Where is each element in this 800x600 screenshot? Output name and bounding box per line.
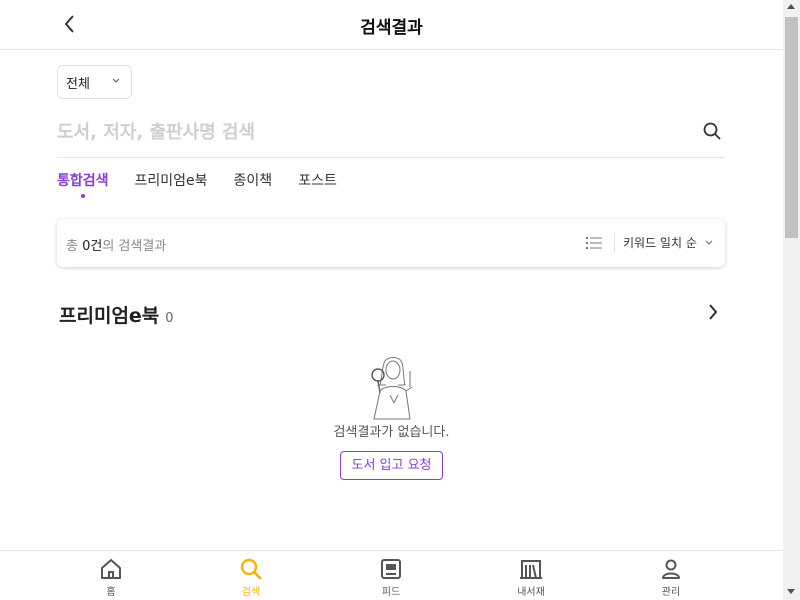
section-more-button[interactable] — [702, 300, 724, 324]
nav-label: 내서재 — [517, 587, 545, 598]
library-icon — [520, 560, 542, 579]
search-icon — [703, 122, 721, 140]
list-view-button[interactable] — [585, 235, 603, 251]
active-tab-indicator — [80, 194, 85, 198]
category-select[interactable]: 전체 — [57, 65, 132, 99]
top-header: 검색결과 — [0, 0, 783, 50]
book-request-button[interactable]: 도서 입고 요청 — [340, 451, 443, 480]
divider — [614, 233, 615, 253]
nav-feed[interactable]: 피드 — [361, 557, 421, 598]
section-count: 0 — [165, 311, 174, 326]
home-icon — [101, 559, 121, 579]
tab-label: 포스트 — [298, 173, 337, 189]
tab-label: 통합검색 — [57, 173, 109, 189]
sort-label: 키워드 일치 순 — [623, 236, 697, 250]
chevron-down-icon — [705, 240, 713, 245]
search-icon — [240, 558, 262, 580]
empty-search-illustration — [371, 356, 413, 420]
search-button[interactable] — [699, 118, 725, 144]
scroll-up-arrow-icon[interactable] — [787, 4, 795, 9]
page-title: 검색결과 — [360, 18, 423, 38]
chevron-right-icon — [709, 304, 718, 320]
nav-label: 홈 — [106, 587, 116, 598]
section-title-label: 프리미엄e북 — [59, 305, 160, 327]
search-tabs: 통합검색 프리미엄e북 종이책 포스트 — [57, 170, 337, 202]
nav-label: 피드 — [381, 587, 401, 598]
result-summary-bar: 총 0건의 검색결과 키워드 일치 순 — [57, 219, 725, 267]
empty-message: 검색결과가 없습니다. — [333, 425, 450, 440]
list-icon — [586, 237, 602, 249]
app-viewport: 검색결과 전체 통합검색 프리미엄e북 종이책 포스트 — [0, 0, 783, 600]
tab-integrated[interactable]: 통합검색 — [57, 170, 109, 202]
vertical-scrollbar[interactable] — [783, 0, 800, 600]
tab-post[interactable]: 포스트 — [298, 170, 337, 202]
section-title: 프리미엄e북 0 — [59, 301, 174, 328]
scroll-down-arrow-icon[interactable] — [787, 589, 795, 594]
nav-label: 관리 — [661, 587, 681, 598]
search-input[interactable] — [57, 114, 677, 150]
tab-label: 종이책 — [233, 173, 273, 189]
nav-library[interactable]: 내서재 — [501, 557, 561, 598]
tab-premium-ebook[interactable]: 프리미엄e북 — [135, 170, 208, 202]
result-count-suffix: 의 검색결과 — [102, 239, 167, 254]
nav-search[interactable]: 검색 — [221, 557, 281, 598]
nav-label: 검색 — [241, 587, 261, 598]
tab-label: 프리미엄e북 — [134, 173, 208, 189]
result-count-prefix: 총 — [66, 239, 83, 254]
search-row — [57, 110, 725, 158]
chevron-down-icon — [112, 78, 120, 83]
bottom-nav: 홈 검색 피드 내서재 관리 — [0, 550, 783, 600]
profile-icon — [662, 559, 680, 579]
tab-paper-book[interactable]: 종이책 — [234, 170, 273, 202]
result-count-number: 0건 — [82, 239, 103, 254]
nav-home[interactable]: 홈 — [81, 557, 141, 598]
scrollbar-thumb[interactable] — [785, 17, 798, 238]
nav-manage[interactable]: 관리 — [641, 557, 701, 598]
sort-select[interactable]: 키워드 일치 순 — [623, 234, 713, 251]
feed-icon — [381, 559, 401, 579]
category-selected-label: 전체 — [66, 76, 90, 92]
result-count-text: 총 0건의 검색결과 — [66, 235, 166, 254]
